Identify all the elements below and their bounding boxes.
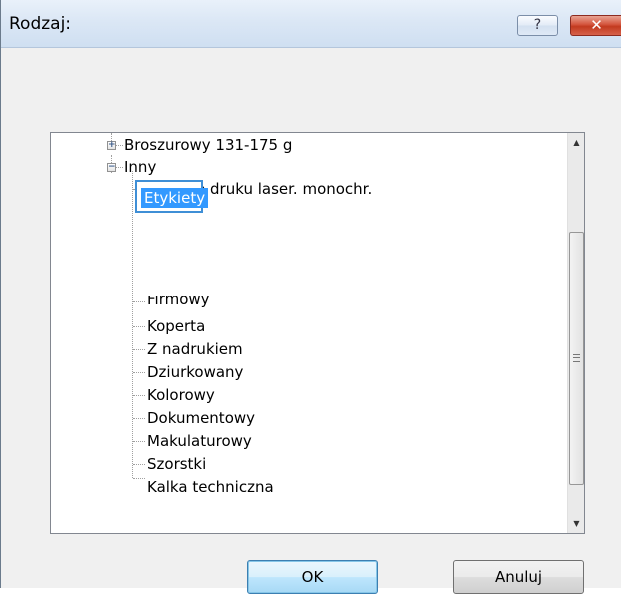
tree-item-label: Inny <box>124 158 157 176</box>
expand-icon[interactable]: + <box>107 141 116 150</box>
tree-item-label-selected: Etykiety <box>141 188 209 208</box>
vertical-scrollbar[interactable]: ▲ ▼ <box>567 133 584 533</box>
tree-item-label: Z nadrukiem <box>147 340 243 358</box>
tree-connector <box>133 372 145 373</box>
close-button[interactable]: ✕ <box>570 15 621 36</box>
close-icon: ✕ <box>590 16 603 34</box>
tree-item-kolorowy[interactable]: Kolorowy <box>145 384 217 406</box>
tree-item-makulaturowy[interactable]: Makulaturowy <box>145 430 254 452</box>
tree-connector <box>133 464 145 465</box>
tree-item-label: Koperta <box>147 317 206 335</box>
dialog-window: Rodzaj: ? ✕ + − Broszurowy 131-175 g Inn… <box>0 0 621 594</box>
tree-item-dziurkowany[interactable]: Dziurkowany <box>145 361 245 383</box>
dialog-body: + − Broszurowy 131-175 g Inny Folia do d… <box>1 48 621 594</box>
tree-item-label: Dokumentowy <box>147 409 256 427</box>
tree-item-firmowy[interactable]: Firmowy <box>145 296 212 314</box>
tree-connector <box>133 441 145 442</box>
tree-item-label: Kolorowy <box>147 386 215 404</box>
tree-item-label: Kalka techniczna <box>147 478 274 496</box>
paper-type-tree[interactable]: + − Broszurowy 131-175 g Inny Folia do d… <box>50 132 585 534</box>
tree-item-koperta[interactable]: Koperta <box>145 315 207 337</box>
tree-item-broszurowy[interactable]: Broszurowy 131-175 g <box>122 134 294 156</box>
tree-item-inny[interactable]: Inny <box>122 156 158 178</box>
tree-item-dokumentowy[interactable]: Dokumentowy <box>145 407 257 429</box>
dialog-title: Rodzaj: <box>9 14 72 34</box>
tree-item-etykiety[interactable]: Etykiety <box>135 180 209 213</box>
help-button[interactable]: ? <box>517 15 558 36</box>
scroll-thumb[interactable] <box>569 232 584 485</box>
tree-connector <box>133 478 145 479</box>
tree-connector <box>132 171 133 478</box>
tree-item-label: Firmowy <box>147 296 210 308</box>
tree-connector <box>133 301 145 302</box>
cancel-button[interactable]: Anuluj <box>453 560 584 594</box>
tree-connector <box>133 418 145 419</box>
tree-item-label: Szorstki <box>147 455 207 473</box>
scroll-up-arrow-icon[interactable]: ▲ <box>568 133 584 152</box>
help-icon: ? <box>533 17 542 33</box>
tree-item-szorstki[interactable]: Szorstki <box>145 453 208 475</box>
tree-item-label: Dziurkowany <box>147 363 244 381</box>
scroll-down-arrow-icon[interactable]: ▼ <box>568 514 584 533</box>
collapse-icon[interactable]: − <box>107 163 116 172</box>
tree-item-z-nadrukiem[interactable]: Z nadrukiem <box>145 338 245 360</box>
tree-connector <box>133 349 145 350</box>
tree-item-kalka-techniczna[interactable]: Kalka techniczna <box>145 476 276 498</box>
tree-connector <box>133 326 145 327</box>
ok-button[interactable]: OK <box>247 560 378 594</box>
tree-item-label: Makulaturowy <box>147 432 252 450</box>
grip-icon <box>573 354 580 362</box>
tree-item-label: Broszurowy 131-175 g <box>124 136 293 154</box>
title-bar: Rodzaj: ? ✕ <box>1 0 621 48</box>
tree-connector <box>133 395 145 396</box>
